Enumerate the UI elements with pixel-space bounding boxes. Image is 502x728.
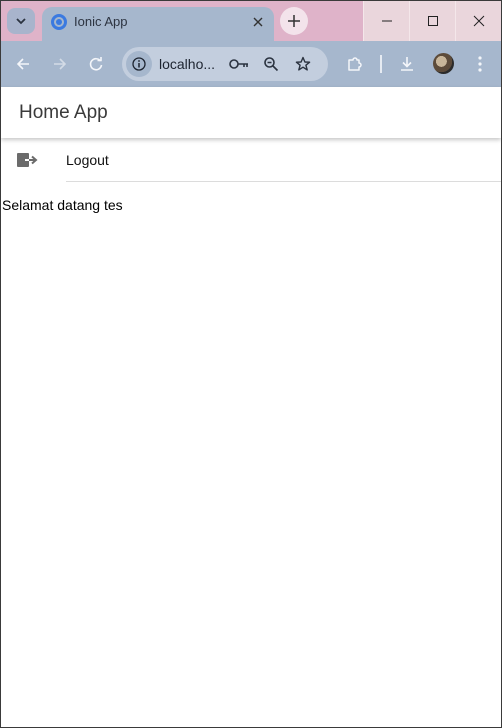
forward-button[interactable] (46, 50, 74, 78)
close-window-button[interactable] (455, 1, 501, 41)
extensions-button[interactable] (341, 50, 369, 78)
ionic-favicon-icon (51, 14, 67, 30)
browser-menu-button[interactable] (466, 50, 494, 78)
chevron-down-icon (16, 18, 26, 25)
page-title: Home App (19, 102, 108, 123)
tab-strip: Ionic App (1, 1, 501, 41)
maximize-icon (427, 16, 438, 26)
welcome-text: Selamat datang tes (2, 197, 123, 213)
minimize-icon (381, 20, 392, 22)
new-tab-button[interactable] (280, 7, 308, 35)
arrow-left-icon (16, 58, 29, 70)
star-icon (295, 56, 311, 71)
info-icon (132, 57, 146, 71)
tab-search-button[interactable] (7, 8, 35, 34)
toolbar-separator (380, 55, 382, 73)
browser-tab-active[interactable]: Ionic App (42, 7, 274, 41)
browser-toolbar: localho... (1, 41, 501, 87)
arrow-right-icon (54, 58, 67, 70)
zoom-button[interactable] (261, 54, 281, 74)
puzzle-icon (348, 57, 362, 71)
url-text: localho... (159, 56, 216, 72)
close-icon (253, 17, 263, 27)
menu-item-logout[interactable]: Logout (1, 138, 501, 182)
address-bar[interactable]: localho... (122, 47, 328, 81)
back-button[interactable] (9, 50, 37, 78)
more-vertical-icon (478, 56, 482, 72)
menu-item-label: Logout (66, 152, 109, 168)
logout-icon (17, 153, 38, 167)
password-key-button[interactable] (229, 54, 249, 74)
download-icon (401, 57, 413, 71)
close-icon (473, 15, 484, 27)
key-icon (229, 59, 248, 69)
app-header: Home App (1, 87, 501, 138)
profile-avatar[interactable] (433, 53, 454, 74)
reload-icon (89, 57, 103, 71)
downloads-button[interactable] (393, 50, 421, 78)
tab-title: Ionic App (74, 14, 128, 29)
browser-window: Ionic App localho... Home App Logout Sel… (0, 0, 502, 728)
zoom-icon (264, 57, 279, 72)
reload-button[interactable] (82, 50, 110, 78)
divider (66, 181, 501, 182)
maximize-button[interactable] (409, 1, 455, 41)
minimize-button[interactable] (363, 1, 409, 41)
tab-close-button[interactable] (248, 12, 268, 32)
site-info-button[interactable] (126, 51, 152, 77)
bookmark-button[interactable] (293, 54, 313, 74)
plus-icon (288, 15, 300, 27)
window-controls (363, 1, 501, 41)
